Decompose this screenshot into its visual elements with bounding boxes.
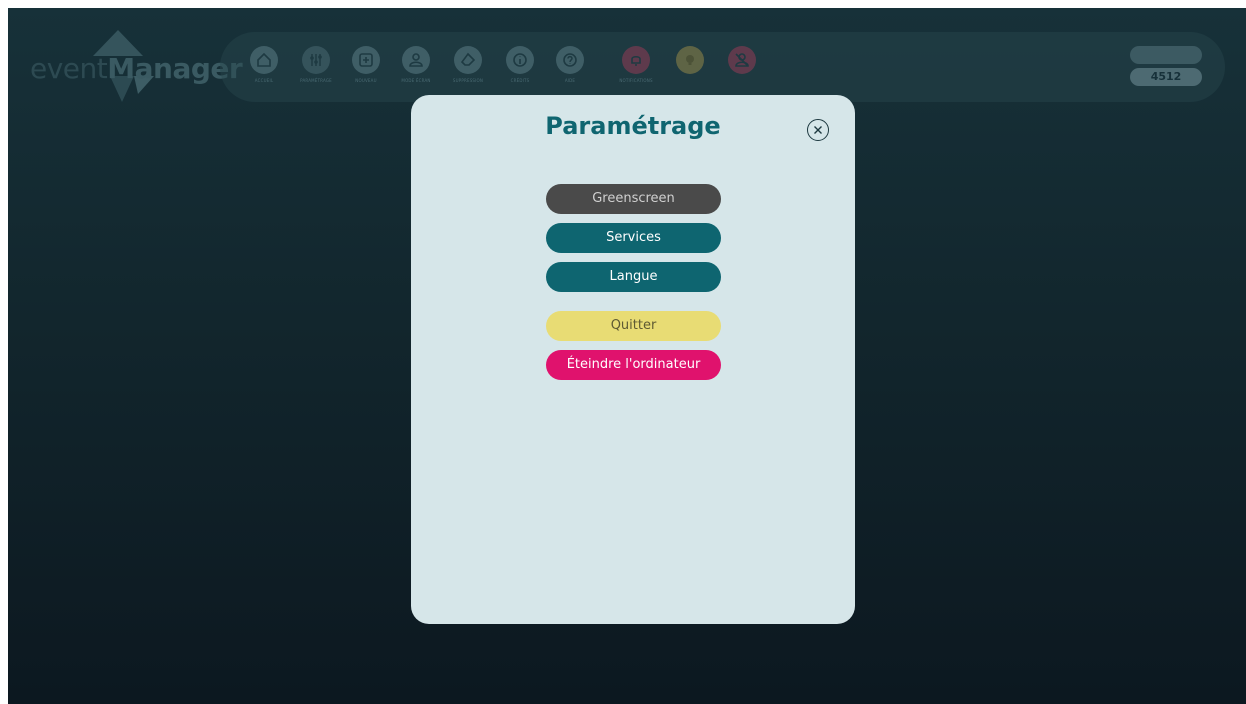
- toolbar-label: NOTIFICATIONS: [619, 78, 653, 83]
- sliders-icon: [302, 46, 330, 74]
- greenscreen-button[interactable]: Greenscreen: [546, 184, 721, 214]
- plus-square-icon: [352, 46, 380, 74]
- toolbar-help[interactable]: AIDE: [550, 46, 590, 96]
- services-button[interactable]: Services: [546, 223, 721, 253]
- user-off-icon: [728, 46, 756, 74]
- toolbar-bulb[interactable]: [670, 46, 710, 96]
- help-icon: [556, 46, 584, 74]
- bell-icon: [622, 46, 650, 74]
- top-bar: eventManager ACCUEIL PARAMÉTRAGE NOUVEAU…: [8, 8, 1246, 108]
- toolbar-credits[interactable]: CRÉDITS: [500, 46, 540, 96]
- toolbar-settings[interactable]: PARAMÉTRAGE: [296, 46, 336, 96]
- status-pill: [1130, 46, 1202, 64]
- counter-badge: 4512: [1130, 68, 1202, 86]
- eraser-icon: [454, 46, 482, 74]
- logo-text: eventManager: [30, 52, 243, 85]
- home-icon: [250, 46, 278, 74]
- close-icon: [814, 126, 822, 134]
- user-icon: [402, 46, 430, 74]
- toolbar-home[interactable]: ACCUEIL: [244, 46, 284, 96]
- language-button[interactable]: Langue: [546, 262, 721, 292]
- toolbar-screen-mode[interactable]: MODE ÉCRAN: [396, 46, 436, 96]
- shutdown-button[interactable]: Éteindre l'ordinateur: [546, 350, 721, 380]
- toolbar-label: ACCUEIL: [254, 78, 274, 83]
- toolbar-notifications[interactable]: NOTIFICATIONS: [616, 46, 656, 96]
- app-screen: eventManager ACCUEIL PARAMÉTRAGE NOUVEAU…: [8, 8, 1246, 704]
- toolbar-label: MODE ÉCRAN: [401, 78, 431, 83]
- quit-button[interactable]: Quitter: [546, 311, 721, 341]
- toolbar-delete[interactable]: SUPPRESSION: [448, 46, 488, 96]
- logo: eventManager: [28, 28, 243, 108]
- logo-text-event: event: [30, 52, 108, 85]
- close-button[interactable]: [807, 119, 829, 141]
- toolbar-new[interactable]: NOUVEAU: [346, 46, 386, 96]
- info-icon: [506, 46, 534, 74]
- bulb-icon: [676, 46, 704, 74]
- main-toolbar: ACCUEIL PARAMÉTRAGE NOUVEAU MODE ÉCRAN S…: [220, 32, 1225, 102]
- toolbar-label: PARAMÉTRAGE: [300, 78, 332, 83]
- toolbar-user-off[interactable]: [722, 46, 762, 96]
- dialog-title: Paramétrage: [545, 112, 721, 140]
- settings-dialog: Paramétrage Greenscreen Services Langue …: [411, 95, 855, 624]
- toolbar-label: SUPPRESSION: [452, 78, 484, 83]
- toolbar-label: CRÉDITS: [510, 78, 530, 83]
- toolbar-label: NOUVEAU: [355, 78, 377, 83]
- toolbar-label: AIDE: [564, 78, 576, 83]
